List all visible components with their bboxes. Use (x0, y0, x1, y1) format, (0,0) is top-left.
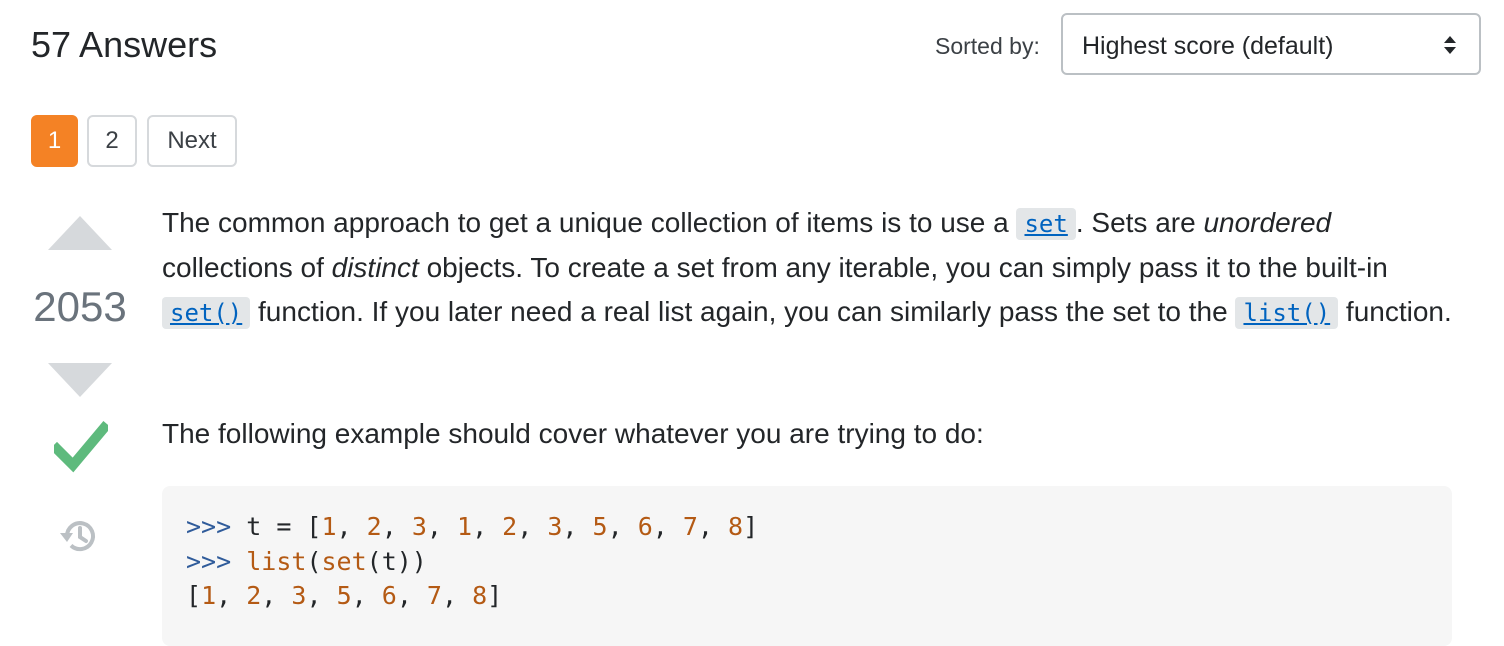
set-link[interactable]: set (1016, 208, 1076, 240)
vote-count: 2053 (33, 283, 127, 330)
code-text: [1, 2, 3, 5, 6, 7, 8] (186, 581, 503, 610)
answer-body: The common approach to get a unique coll… (162, 201, 1457, 449)
sort-label: Sorted by: (935, 33, 1040, 59)
list-function-link[interactable]: list() (1235, 297, 1339, 329)
code-prompt: >>> (186, 512, 247, 541)
code-prompt: >>> (186, 546, 247, 576)
vote-up-icon[interactable] (30, 213, 130, 253)
code-line: [1, 2, 3, 5, 6, 7, 8] (186, 581, 502, 610)
text-segment: objects. To create a set from any iterab… (418, 252, 1388, 283)
text-segment: collections of (162, 252, 332, 283)
page-1-button[interactable]: 1 (31, 115, 78, 167)
code-text: list(set(t)) (246, 546, 427, 576)
vote-down-icon[interactable] (30, 360, 130, 400)
answer-paragraph-1: The common approach to get a unique coll… (162, 201, 1457, 335)
answer-paragraph-2: The following example should cover whate… (162, 418, 984, 449)
code-block: >>> t = [1, 2, 3, 1, 2, 3, 5, 6, 7, 8] >… (162, 486, 1452, 646)
emphasis-unordered: unordered (1203, 207, 1332, 238)
accepted-check-icon (54, 420, 108, 473)
sort-select[interactable]: Highest score (default) (1061, 13, 1481, 75)
text-segment: function. (1338, 296, 1452, 327)
sort-select-value: Highest score (default) (1082, 32, 1334, 60)
emphasis-distinct: distinct (331, 252, 419, 283)
answers-count-heading: 57 Answers (31, 24, 218, 65)
sort-arrows-icon (1444, 36, 1456, 54)
code-line: >>> t = [1, 2, 3, 1, 2, 3, 5, 6, 7, 8] (186, 512, 758, 541)
code-text: t = [1, 2, 3, 1, 2, 3, 5, 6, 7, 8] (246, 512, 759, 541)
set-function-link[interactable]: set() (162, 297, 251, 329)
next-page-button[interactable]: Next (147, 115, 237, 167)
text-segment: The common approach to get a unique coll… (162, 207, 1017, 238)
page-2-button[interactable]: 2 (87, 115, 137, 167)
code-line: >>> list(set(t)) (186, 547, 427, 576)
text-segment: function. If you later need a real list … (250, 296, 1236, 327)
text-segment: . Sets are (1075, 207, 1204, 238)
history-icon[interactable] (58, 516, 98, 556)
